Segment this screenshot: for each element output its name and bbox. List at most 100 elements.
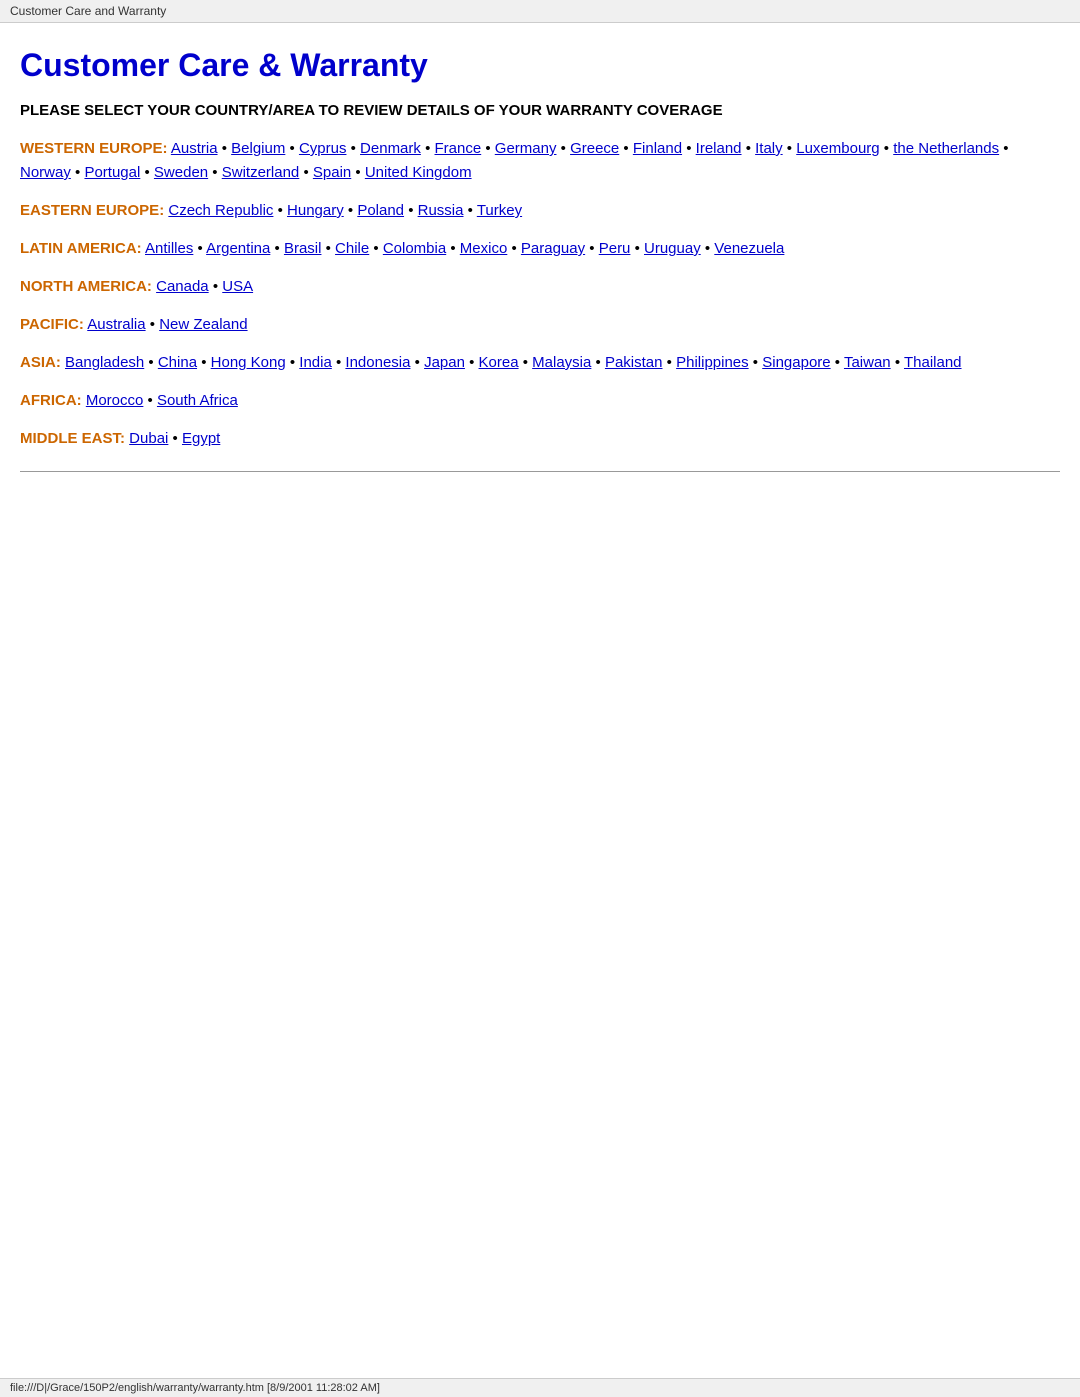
bullet-separator: • [197,354,211,371]
bullet-separator: • [410,354,424,371]
bullet-separator: • [663,354,677,371]
country-link-hong-kong[interactable]: Hong Kong [211,354,286,371]
country-link-russia[interactable]: Russia [418,202,464,219]
bullet-separator: • [332,354,346,371]
country-link-singapore[interactable]: Singapore [762,354,830,371]
country-link-luxembourg[interactable]: Luxembourg [796,140,879,157]
country-link-egypt[interactable]: Egypt [182,430,220,447]
country-link-philippines[interactable]: Philippines [676,354,749,371]
country-link-united-kingdom[interactable]: United Kingdom [365,164,472,181]
country-link-thailand[interactable]: Thailand [904,354,962,371]
bullet-separator: • [421,140,435,157]
region-label-eastern-europe: EASTERN EUROPE: [20,202,164,219]
bullet-separator: • [286,354,300,371]
bullet-separator: • [463,202,476,219]
country-link-china[interactable]: China [158,354,197,371]
country-link-norway[interactable]: Norway [20,164,71,181]
country-link-greece[interactable]: Greece [570,140,619,157]
country-link-peru[interactable]: Peru [599,240,631,257]
country-link-portugal[interactable]: Portugal [84,164,140,181]
country-link-argentina[interactable]: Argentina [206,240,270,257]
bullet-separator: • [742,140,756,157]
bullet-separator: • [831,354,844,371]
country-link-morocco[interactable]: Morocco [86,392,144,409]
bullet-separator: • [630,240,644,257]
bullet-separator: • [701,240,715,257]
region-block-pacific: PACIFIC: Australia • New Zealand [20,313,1060,337]
region-label-pacific: PACIFIC: [20,316,84,333]
region-block-middle-east: MIDDLE EAST: Dubai • Egypt [20,427,1060,451]
bullet-separator: • [144,354,158,371]
country-link-germany[interactable]: Germany [495,140,557,157]
bullet-separator: • [346,140,360,157]
country-link-venezuela[interactable]: Venezuela [714,240,784,257]
region-block-north-america: NORTH AMERICA: Canada • USA [20,275,1060,299]
region-label-western-europe: WESTERN EUROPE: [20,140,168,157]
country-link-hungary[interactable]: Hungary [287,202,344,219]
country-link-uruguay[interactable]: Uruguay [644,240,701,257]
region-label-middle-east: MIDDLE EAST: [20,430,125,447]
country-link-canada[interactable]: Canada [156,278,209,295]
country-link-bangladesh[interactable]: Bangladesh [65,354,144,371]
bullet-separator: • [285,140,299,157]
bullet-separator: • [749,354,763,371]
region-block-eastern-europe: EASTERN EUROPE: Czech Republic • Hungary… [20,199,1060,223]
country-link-the-netherlands[interactable]: the Netherlands [893,140,999,157]
status-text: file:///D|/Grace/150P2/english/warranty/… [10,1382,380,1394]
country-link-spain[interactable]: Spain [313,164,351,181]
country-link-taiwan[interactable]: Taiwan [844,354,891,371]
country-link-belgium[interactable]: Belgium [231,140,285,157]
browser-tab-bar: Customer Care and Warranty [0,0,1080,23]
country-link-korea[interactable]: Korea [479,354,519,371]
country-link-austria[interactable]: Austria [171,140,218,157]
country-link-colombia[interactable]: Colombia [383,240,446,257]
country-link-italy[interactable]: Italy [755,140,783,157]
bullet-separator: • [880,140,894,157]
country-link-ireland[interactable]: Ireland [696,140,742,157]
page-title: Customer Care & Warranty [20,47,1060,84]
country-link-malaysia[interactable]: Malaysia [532,354,591,371]
regions-container: WESTERN EUROPE: Austria • Belgium • Cypr… [20,137,1060,451]
country-link-south-africa[interactable]: South Africa [157,392,238,409]
bullet-separator: • [682,140,696,157]
bullet-separator: • [783,140,797,157]
country-link-chile[interactable]: Chile [335,240,369,257]
country-link-poland[interactable]: Poland [357,202,404,219]
region-label-north-america: NORTH AMERICA: [20,278,152,295]
region-label-africa: AFRICA: [20,392,82,409]
bullet-separator: • [591,354,605,371]
country-link-finland[interactable]: Finland [633,140,682,157]
country-link-mexico[interactable]: Mexico [460,240,508,257]
bullet-separator: • [140,164,154,181]
bullet-separator: • [193,240,206,257]
country-link-australia[interactable]: Australia [87,316,145,333]
country-link-france[interactable]: France [435,140,482,157]
bullet-separator: • [208,164,222,181]
country-link-usa[interactable]: USA [222,278,253,295]
bullet-separator: • [344,202,358,219]
country-link-czech-republic[interactable]: Czech Republic [168,202,273,219]
country-link-new-zealand[interactable]: New Zealand [159,316,247,333]
region-block-africa: AFRICA: Morocco • South Africa [20,389,1060,413]
main-content: Customer Care & Warranty PLEASE SELECT Y… [0,23,1080,542]
country-link-paraguay[interactable]: Paraguay [521,240,585,257]
country-link-antilles[interactable]: Antilles [145,240,193,257]
country-link-switzerland[interactable]: Switzerland [222,164,300,181]
country-link-cyprus[interactable]: Cyprus [299,140,347,157]
bullet-separator: • [351,164,365,181]
bullet-separator: • [585,240,599,257]
bullet-separator: • [465,354,479,371]
region-block-western-europe: WESTERN EUROPE: Austria • Belgium • Cypr… [20,137,1060,185]
country-link-indonesia[interactable]: Indonesia [345,354,410,371]
region-label-latin-america: LATIN AMERICA: [20,240,142,257]
country-link-dubai[interactable]: Dubai [129,430,168,447]
country-link-pakistan[interactable]: Pakistan [605,354,663,371]
country-link-sweden[interactable]: Sweden [154,164,208,181]
country-link-turkey[interactable]: Turkey [477,202,522,219]
bullet-separator: • [218,140,232,157]
country-link-india[interactable]: India [299,354,332,371]
country-link-brasil[interactable]: Brasil [284,240,322,257]
country-link-denmark[interactable]: Denmark [360,140,421,157]
bullet-separator: • [446,240,460,257]
country-link-japan[interactable]: Japan [424,354,465,371]
